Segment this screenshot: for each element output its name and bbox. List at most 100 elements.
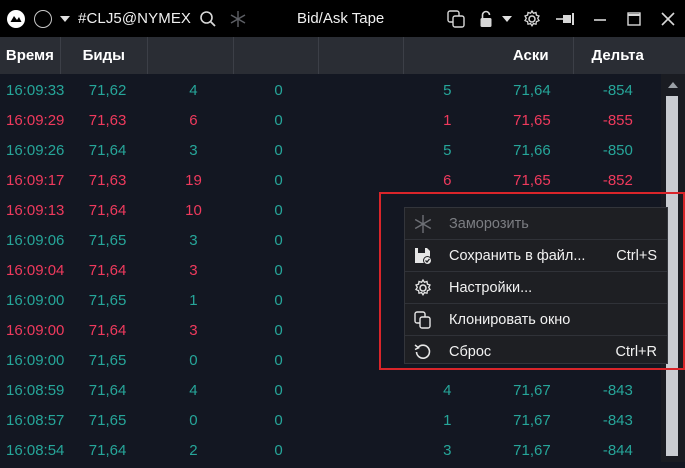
cell-empty: [321, 344, 406, 374]
cell-time: 16:08:57: [6, 412, 65, 429]
cell-bid-volume: 2: [189, 442, 198, 459]
column-header-bid-volume[interactable]: [148, 37, 234, 74]
minimize-button[interactable]: [583, 0, 617, 37]
cell-empty: [321, 194, 406, 224]
cell-ask-price: 71,65: [513, 172, 551, 189]
cell-bid-volume: 3: [189, 262, 198, 279]
table-row[interactable]: 16:09:26 71,64 3 0 5 71,66 -850: [0, 134, 661, 164]
cell-time: 16:09:13: [6, 202, 65, 219]
column-header-empty-1[interactable]: [234, 37, 319, 74]
app-logo-icon[interactable]: [6, 9, 26, 29]
table-row[interactable]: 16:08:59 71,64 4 0 4 71,67 -843: [0, 374, 661, 404]
close-button[interactable]: [651, 0, 685, 37]
table-row[interactable]: 16:08:54 71,64 2 0 3 71,67 -844: [0, 434, 661, 464]
menu-item-settings[interactable]: Настройки...: [405, 271, 667, 303]
cell-delta: -843: [602, 382, 633, 399]
cell-volume-mid: 0: [274, 112, 283, 129]
menu-item-shortcut: Ctrl+R: [615, 343, 658, 360]
cell-bid-price: 71,65: [88, 232, 127, 249]
cell-delta: -852: [602, 172, 633, 189]
column-header-time[interactable]: Время: [0, 37, 61, 74]
cell-ask-volume: 4: [443, 382, 452, 399]
cell-empty: [321, 374, 406, 404]
cell-ask-price: 71,66: [513, 142, 551, 159]
cell-bid-volume: 10: [185, 202, 202, 219]
settings-button[interactable]: [515, 0, 549, 37]
column-header-asks[interactable]: Аски: [488, 37, 575, 74]
cell-empty: [321, 314, 406, 344]
maximize-button[interactable]: [617, 0, 651, 37]
cell-bid-price: 71,65: [88, 352, 127, 369]
cell-bid-volume: 6: [189, 112, 198, 129]
column-header-delta[interactable]: Дельта: [574, 37, 661, 74]
table-row[interactable]: 16:09:29 71,63 6 0 1 71,65 -855: [0, 104, 661, 134]
cell-volume-mid: 0: [274, 172, 283, 189]
circle-icon[interactable]: [34, 9, 52, 28]
column-header-bids[interactable]: Биды: [61, 37, 148, 74]
cell-bid-volume: 0: [189, 412, 198, 429]
menu-item-reset[interactable]: Сброс Ctrl+R: [405, 335, 667, 367]
cell-bid-price: 71,64: [88, 442, 127, 459]
reset-icon: [411, 340, 435, 364]
cell-time: 16:09:00: [6, 322, 65, 339]
pin-icon: [556, 12, 574, 25]
cell-delta: -854: [602, 82, 633, 99]
menu-item-clone-window[interactable]: Клонировать окно: [405, 303, 667, 335]
clone-window-button[interactable]: [439, 0, 473, 37]
context-menu: Заморозить Сохранить в файл... Ctrl+S На…: [404, 207, 668, 364]
lock-button[interactable]: [473, 0, 499, 37]
cell-empty: [321, 404, 406, 434]
snowflake-icon[interactable]: [229, 10, 247, 28]
cell-empty: [321, 284, 406, 314]
cell-bid-price: 71,63: [88, 172, 127, 189]
cell-ask-price: 71,64: [513, 82, 551, 99]
menu-item-label: Настройки...: [449, 279, 533, 296]
cell-bid-volume: 4: [189, 382, 198, 399]
cell-ask-volume: 1: [443, 112, 452, 129]
cell-volume-mid: 0: [274, 382, 283, 399]
cell-ask-volume: 1: [443, 412, 452, 429]
cell-volume-mid: 0: [274, 442, 283, 459]
cell-delta: -844: [602, 442, 633, 459]
cell-bid-price: 71,65: [88, 412, 127, 429]
lock-icon: [480, 10, 492, 27]
pin-button[interactable]: [549, 0, 583, 37]
column-header-ask-volume[interactable]: [404, 37, 488, 74]
cell-empty: [321, 134, 406, 164]
maximize-icon: [627, 11, 641, 26]
cell-bid-volume: 19: [185, 172, 202, 189]
window-title: Bid/Ask Tape: [297, 10, 385, 27]
cell-bid-price: 71,64: [88, 202, 127, 219]
header-spacer: [661, 37, 685, 74]
cell-ask-price: 71,65: [513, 112, 551, 129]
cell-empty: [321, 254, 406, 284]
cell-empty: [321, 164, 406, 194]
table-row[interactable]: 16:09:17 71,63 19 0 6 71,65 -852: [0, 164, 661, 194]
cell-empty: [321, 104, 406, 134]
cell-ask-price: 71,67: [513, 442, 551, 459]
tape-header: Время Биды Аски Дельта: [0, 37, 661, 74]
symbol-label[interactable]: #CLJ5@NYMEX: [78, 10, 191, 27]
cell-volume-mid: 0: [274, 142, 283, 159]
lock-dropdown[interactable]: [499, 0, 515, 37]
menu-item-label: Заморозить: [449, 215, 529, 232]
cell-time: 16:09:17: [6, 172, 65, 189]
cell-empty: [321, 224, 406, 254]
menu-item-save-to-file[interactable]: Сохранить в файл... Ctrl+S: [405, 239, 667, 271]
menu-item-shortcut: Ctrl+S: [616, 247, 657, 264]
cell-ask-volume: 5: [443, 82, 452, 99]
scroll-up-icon[interactable]: [668, 82, 678, 88]
cell-bid-price: 71,63: [88, 112, 127, 129]
cell-bid-volume: 0: [189, 352, 198, 369]
cell-bid-price: 71,62: [88, 82, 127, 99]
cell-bid-volume: 4: [189, 82, 198, 99]
menu-item-freeze[interactable]: Заморозить: [405, 208, 667, 239]
column-header-empty-2[interactable]: [319, 37, 405, 74]
caret-down-icon[interactable]: [60, 15, 70, 22]
cell-ask-volume: 3: [443, 442, 452, 459]
search-icon[interactable]: [199, 10, 217, 28]
table-row[interactable]: 16:09:33 71,62 4 0 5 71,64 -854: [0, 74, 661, 104]
table-row[interactable]: 16:08:57 71,65 0 0 1 71,67 -843: [0, 404, 661, 434]
cell-empty: [321, 74, 406, 104]
gear-icon: [411, 276, 435, 300]
